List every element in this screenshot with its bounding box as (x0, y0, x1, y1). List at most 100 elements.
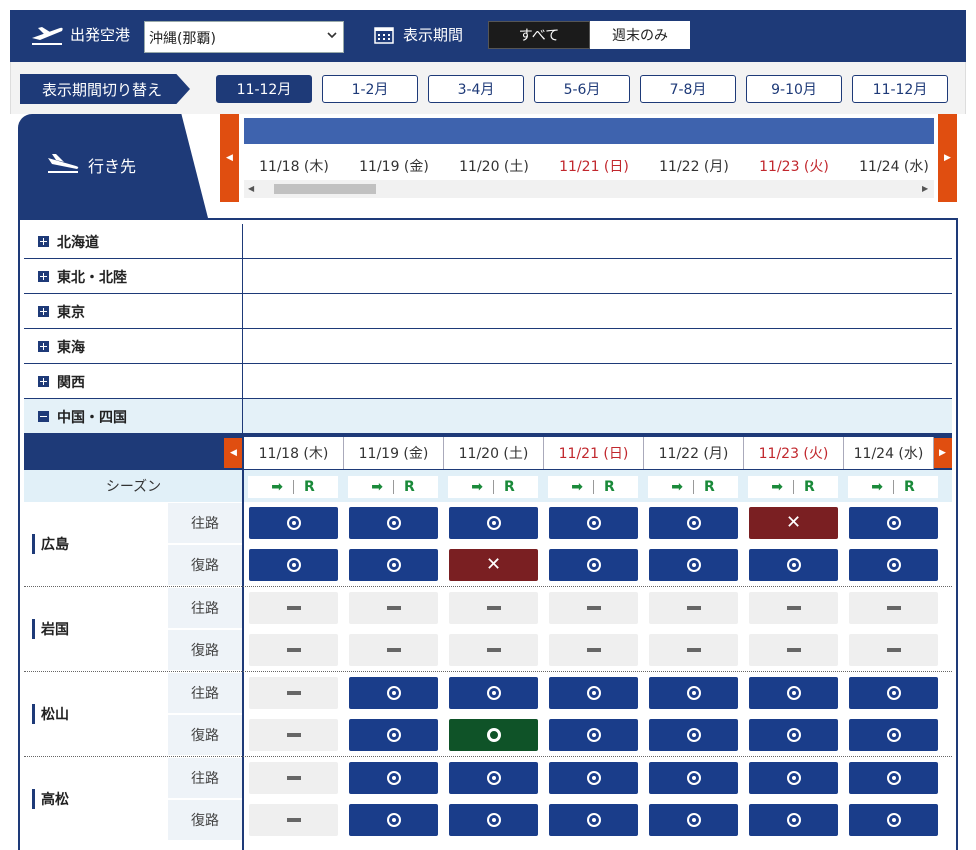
scroll-left-arrow-icon[interactable]: ◀ (248, 184, 254, 193)
period-tab[interactable]: 1-2月 (322, 75, 418, 103)
region-name[interactable]: 東海 (24, 329, 243, 364)
toggle-weekend-button[interactable]: 週末のみ (590, 21, 690, 49)
region-row[interactable]: 関西 (24, 364, 952, 399)
period-tab[interactable]: 9-10月 (746, 75, 842, 103)
seat-status-cell[interactable] (749, 677, 838, 709)
region-name[interactable]: 関西 (24, 364, 243, 399)
seat-status-cell[interactable] (649, 507, 738, 539)
inner-scroll-left-button[interactable]: ◀ (224, 438, 243, 468)
date-header-cell[interactable]: 11/24 (水) (844, 156, 944, 176)
seat-status-cell[interactable] (849, 719, 938, 751)
seat-status-cell[interactable]: ✕ (449, 549, 538, 581)
expand-icon[interactable] (38, 341, 49, 352)
expand-icon[interactable] (38, 236, 49, 247)
inner-date-cell[interactable]: 11/20 (土) (444, 437, 544, 469)
seat-status-cell[interactable] (649, 549, 738, 581)
seat-status-cell[interactable] (649, 719, 738, 751)
arrow-right-icon: ➡ (471, 479, 483, 495)
inner-date-cell[interactable]: 11/18 (木) (244, 437, 344, 469)
region-name[interactable]: 中国・四国 (24, 399, 243, 434)
region-label: 中国・四国 (57, 409, 127, 426)
period-tab[interactable]: 7-8月 (640, 75, 736, 103)
seat-status-cell[interactable] (649, 804, 738, 836)
seat-status-cell[interactable] (449, 507, 538, 539)
seat-status-cell[interactable] (649, 762, 738, 794)
scrollbar-thumb[interactable] (274, 184, 376, 194)
seat-status-cell[interactable] (249, 507, 338, 539)
seat-status-cell[interactable] (449, 719, 538, 751)
period-tab[interactable]: 3-4月 (428, 75, 524, 103)
seat-status-cell[interactable] (349, 804, 438, 836)
inner-date-cell[interactable]: 11/23 (火) (744, 437, 844, 469)
region-row[interactable]: 東北・北陸 (24, 259, 952, 294)
available-icon (386, 686, 401, 700)
inner-scroll-right-button[interactable]: ▶ (933, 438, 952, 468)
region-row[interactable]: 中国・四国 (24, 399, 952, 434)
seat-status-cell[interactable] (649, 677, 738, 709)
region-row[interactable]: 東海 (24, 329, 952, 364)
outbound-label: 往路 (168, 503, 242, 543)
separator (392, 480, 394, 494)
seat-status-cell[interactable] (349, 719, 438, 751)
toggle-all-button[interactable]: すべて (488, 21, 590, 49)
region-row[interactable]: 東京 (24, 294, 952, 329)
seat-status-cell[interactable] (349, 507, 438, 539)
inner-date-cell[interactable]: 11/22 (月) (644, 437, 744, 469)
seat-status-cell[interactable] (349, 762, 438, 794)
seat-status-cell[interactable] (549, 677, 638, 709)
seat-status-cell[interactable] (849, 762, 938, 794)
period-tab[interactable]: 11-12月 (852, 75, 948, 103)
collapse-icon[interactable] (38, 411, 49, 422)
dash-icon (286, 776, 301, 780)
seat-status-cell[interactable] (849, 507, 938, 539)
region-name[interactable]: 東京 (24, 294, 243, 329)
region-name[interactable]: 北海道 (24, 224, 243, 259)
seat-status-cell[interactable] (449, 804, 538, 836)
seat-status-cell[interactable] (549, 549, 638, 581)
available-icon (386, 728, 401, 742)
round-trip-label: R (303, 479, 315, 495)
date-header-cell[interactable]: 11/19 (金) (344, 156, 444, 176)
seat-status-cell[interactable] (349, 549, 438, 581)
dash-icon (586, 648, 601, 652)
date-header-cell[interactable]: 11/20 (土) (444, 156, 544, 176)
inner-date-cell[interactable]: 11/19 (金) (344, 437, 444, 469)
x-icon: ✕ (785, 512, 802, 533)
expand-icon[interactable] (38, 306, 49, 317)
date-header-cell[interactable]: 11/21 (日) (544, 156, 644, 176)
seat-status-cell[interactable] (549, 719, 638, 751)
seat-status-cell[interactable] (449, 677, 538, 709)
available-icon (886, 516, 901, 530)
seat-status-cell[interactable] (749, 549, 838, 581)
scroll-right-arrow-icon[interactable]: ▶ (922, 184, 928, 193)
seat-status-cell[interactable] (749, 719, 838, 751)
seat-status-cell[interactable] (849, 549, 938, 581)
region-name[interactable]: 東北・北陸 (24, 259, 243, 294)
expand-icon[interactable] (38, 271, 49, 282)
date-header-cell[interactable]: 11/18 (木) (244, 156, 344, 176)
seat-status-cell[interactable] (749, 762, 838, 794)
inner-date-cell[interactable]: 11/24 (水) (844, 437, 934, 469)
seat-status-cell[interactable] (549, 507, 638, 539)
seat-status-cell[interactable] (249, 549, 338, 581)
seat-status-cell[interactable] (549, 762, 638, 794)
seat-status-cell[interactable] (749, 804, 838, 836)
dash-icon (386, 648, 401, 652)
available-icon (386, 516, 401, 530)
inner-date-cell[interactable]: 11/21 (日) (544, 437, 644, 469)
period-tab[interactable]: 5-6月 (534, 75, 630, 103)
date-scroll-left-button[interactable]: ◀ (220, 114, 239, 202)
seat-status-cell[interactable] (449, 762, 538, 794)
date-header-cell[interactable]: 11/22 (月) (644, 156, 744, 176)
dash-icon (286, 606, 301, 610)
period-tab[interactable]: 11-12月 (216, 75, 312, 103)
seat-status-cell[interactable] (849, 677, 938, 709)
region-row[interactable]: 北海道 (24, 224, 952, 259)
expand-icon[interactable] (38, 376, 49, 387)
departure-select[interactable]: 沖縄(那覇) (144, 21, 344, 53)
seat-status-cell[interactable] (849, 804, 938, 836)
seat-status-cell[interactable] (349, 677, 438, 709)
seat-status-cell[interactable]: ✕ (749, 507, 838, 539)
seat-status-cell[interactable] (549, 804, 638, 836)
date-header-cell[interactable]: 11/23 (火) (744, 156, 844, 176)
